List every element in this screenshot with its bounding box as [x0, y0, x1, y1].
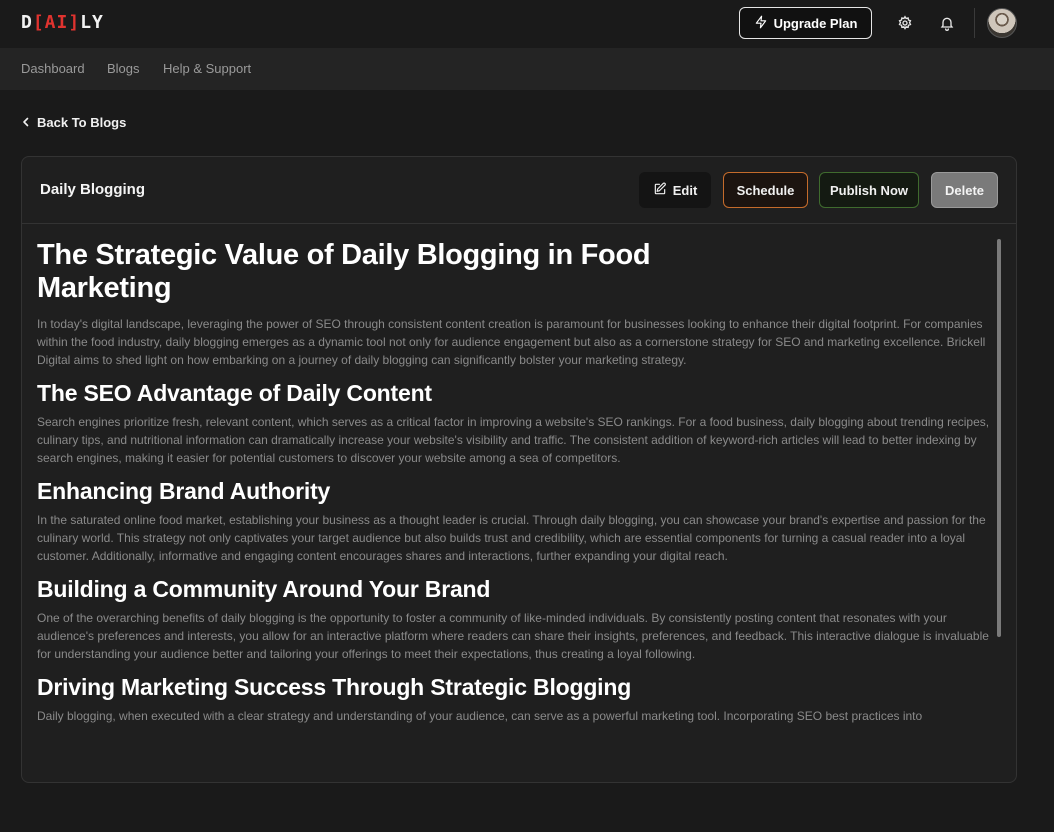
section-body: One of the overarching benefits of daily…	[37, 611, 989, 661]
header-divider	[974, 8, 975, 38]
edit-button[interactable]: Edit	[639, 172, 711, 208]
article-content[interactable]: The Strategic Value of Daily Blogging in…	[22, 225, 1016, 773]
card-header: Daily Blogging Edit Schedule Publish Now…	[22, 157, 1016, 224]
logo-prefix: D	[21, 12, 33, 33]
publish-now-button[interactable]: Publish Now	[819, 172, 919, 208]
back-to-blogs-link[interactable]: Back To Blogs	[21, 115, 126, 130]
nav-item-help-support[interactable]: Help & Support	[163, 61, 251, 77]
delete-button[interactable]: Delete	[931, 172, 998, 208]
section-heading: Driving Marketing Success Through Strate…	[37, 674, 632, 700]
chevron-left-icon	[21, 115, 31, 130]
article-intro: In today's digital landscape, leveraging…	[37, 317, 986, 367]
section-heading: Building a Community Around Your Brand	[37, 576, 491, 602]
schedule-button[interactable]: Schedule	[723, 172, 808, 208]
nav-item-dashboard[interactable]: Dashboard	[21, 61, 85, 77]
logo-suffix: LY	[80, 12, 104, 33]
section-heading: The SEO Advantage of Daily Content	[37, 380, 432, 406]
card-title: Daily Blogging	[40, 181, 145, 198]
back-to-blogs-label: Back To Blogs	[37, 115, 127, 130]
logo-ai: [AI]	[32, 12, 81, 33]
gear-icon[interactable]	[895, 13, 915, 33]
nav-item-blogs[interactable]: Blogs	[107, 61, 140, 77]
upgrade-plan-label: Upgrade Plan	[773, 15, 858, 31]
bell-icon[interactable]	[937, 13, 957, 33]
avatar[interactable]	[987, 8, 1017, 38]
edit-icon	[653, 182, 667, 199]
section-body: Daily blogging, when executed with a cle…	[37, 709, 923, 723]
section-body: Search engines prioritize fresh, relevan…	[37, 415, 990, 465]
blog-card: Daily Blogging Edit Schedule Publish Now…	[21, 156, 1017, 783]
lightning-icon	[754, 15, 768, 32]
section-heading: Enhancing Brand Authority	[37, 478, 331, 504]
content-scrollbar[interactable]	[997, 239, 1001, 637]
logo[interactable]: D[AI]LY	[21, 12, 104, 34]
article-title: The Strategic Value of Daily Blogging in…	[37, 239, 651, 304]
nav-bar: Dashboard Blogs Help & Support	[0, 48, 1054, 90]
top-bar: D[AI]LY Upgrade Plan	[0, 0, 1054, 48]
edit-label: Edit	[672, 182, 698, 198]
upgrade-plan-button[interactable]: Upgrade Plan	[739, 7, 872, 39]
section-body: In the saturated online food market, est…	[37, 513, 986, 563]
